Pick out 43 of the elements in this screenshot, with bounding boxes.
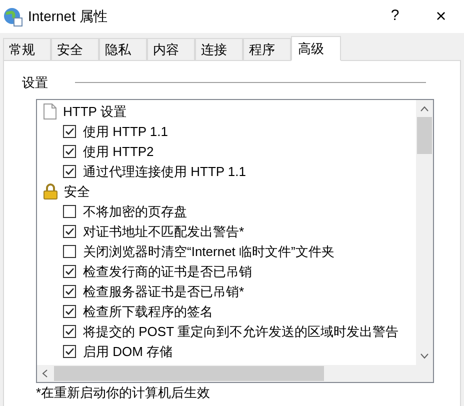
tab[interactable]: 程序 [243,38,291,60]
help-button[interactable]: ? [372,0,418,33]
checkbox[interactable] [63,285,76,298]
option-label: 不将加密的页存盘 [83,202,187,221]
globe-icon [3,6,23,26]
tab[interactable]: 内容 [147,38,195,60]
lock-icon [43,183,58,200]
checkbox[interactable] [63,245,76,258]
category-label: HTTP 设置 [63,102,126,121]
checkbox[interactable] [63,165,76,178]
checkbox[interactable] [63,145,76,158]
checkbox[interactable] [63,345,76,358]
horizontal-scrollbar[interactable] [37,364,433,382]
checkbox[interactable] [63,205,76,218]
checkbox[interactable] [63,125,76,138]
page-icon [43,103,57,120]
tab[interactable]: 常规 [3,38,51,60]
scroll-thumb[interactable] [417,116,432,154]
option-label: 检查服务器证书是否已吊销* [83,282,244,301]
option-label: 使用 HTTP 1.1 [83,122,168,141]
option-label: 关闭浏览器时清空“Internet 临时文件”文件夹 [83,242,334,261]
tab[interactable]: 连接 [195,38,243,60]
close-button[interactable]: × [418,0,464,33]
option-label: 通过代理连接使用 HTTP 1.1 [83,162,246,181]
option-label: 启用 DOM 存储 [83,342,173,361]
option-label: 将提交的 POST 重定向到不允许发送的区域时发出警告 [83,322,398,341]
tab[interactable]: 高级 [291,36,341,61]
checkbox[interactable] [63,225,76,238]
group-label: 设置 [22,74,48,92]
footnote: *在重新启动你的计算机后生效 [36,384,212,400]
checkbox[interactable] [63,325,76,338]
window-title: Internet 属性 [28,7,108,26]
option-label: 检查所下载程序的签名 [83,302,213,321]
scroll-thumb[interactable] [54,366,324,380]
tab[interactable]: 安全 [51,38,99,60]
vertical-scrollbar[interactable] [416,100,433,364]
checkbox[interactable] [63,305,76,318]
checkbox[interactable] [63,265,76,278]
category-label: 安全 [64,182,90,201]
option-label: 对证书地址不匹配发出警告* [83,222,244,241]
option-label: 使用 HTTP2 [83,142,154,161]
option-label: 检查发行商的证书是否已吊销 [83,262,252,281]
tab[interactable]: 隐私 [99,38,147,60]
